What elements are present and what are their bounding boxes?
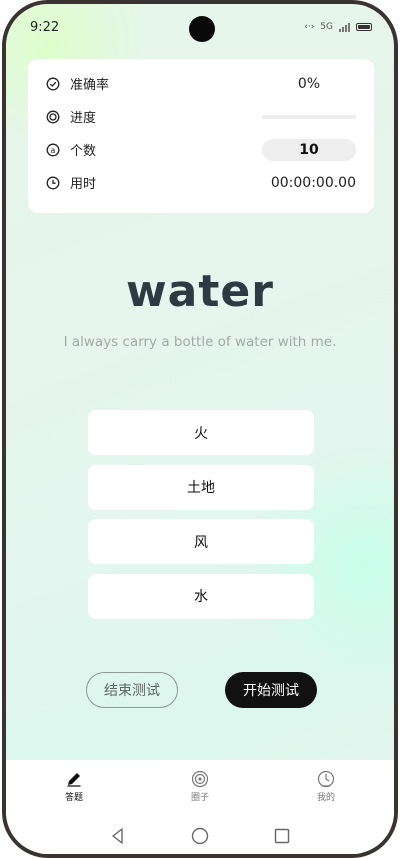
status-bar: 9:22 ‹·› 5G — [6, 4, 394, 48]
tab-answer[interactable]: 答题 — [44, 760, 104, 814]
end-test-button[interactable]: 结束测试 — [86, 672, 178, 708]
elapsed-value: 00:00:00.00 — [270, 174, 356, 191]
answer-options: 火 土地 风 水 — [88, 410, 314, 628]
tab-circle-label: 圈子 — [190, 793, 209, 803]
app-screen: 9:22 ‹·› 5G 准确率 0% 进度 a 个数 10 用时 00:00:0… — [6, 4, 394, 854]
at-sign-icon: a — [46, 143, 60, 157]
pencil-icon — [65, 770, 83, 788]
stat-progress: 进度 — [46, 100, 356, 133]
elapsed-label: 用时 — [70, 177, 97, 192]
progress-label: 进度 — [70, 111, 97, 126]
check-circle-icon — [46, 77, 60, 91]
signal-icon — [339, 22, 350, 32]
battery-icon — [356, 23, 372, 31]
recents-icon[interactable] — [272, 826, 292, 846]
stats-card: 准确率 0% 进度 a 个数 10 用时 00:00:00.00 — [28, 59, 374, 213]
tab-circle[interactable]: 圈子 — [170, 760, 230, 814]
answer-option-4[interactable]: 水 — [88, 573, 314, 619]
system-nav-bar — [6, 814, 394, 854]
clock-icon — [46, 176, 60, 190]
count-label: 个数 — [70, 144, 97, 159]
progress-circle-icon — [46, 110, 60, 124]
svg-text:a: a — [51, 146, 56, 155]
device-frame: 9:22 ‹·› 5G 准确率 0% 进度 a 个数 10 用时 00:00:0… — [2, 0, 398, 858]
tab-mine[interactable]: 我的 — [296, 760, 356, 814]
quiz-word: water — [126, 266, 274, 317]
stat-elapsed: 用时 00:00:00.00 — [46, 166, 356, 199]
stat-accuracy: 准确率 0% — [46, 67, 356, 100]
stat-count: a 个数 10 — [46, 133, 356, 166]
accuracy-label: 准确率 — [70, 78, 110, 93]
network-label: 5G — [320, 22, 333, 32]
data-transfer-icon: ‹·› — [304, 22, 315, 32]
camera-cutout — [189, 16, 215, 42]
progress-bar — [262, 114, 356, 119]
tab-answer-label: 答题 — [64, 793, 83, 803]
count-selector[interactable]: 10 — [262, 138, 356, 161]
back-icon[interactable] — [108, 826, 128, 846]
answer-option-2[interactable]: 土地 — [88, 464, 314, 510]
target-icon — [191, 770, 209, 788]
status-icons: ‹·› 5G — [304, 22, 372, 32]
tab-mine-label: 我的 — [316, 793, 335, 803]
answer-option-3[interactable]: 风 — [88, 519, 314, 564]
status-time: 9:22 — [30, 20, 60, 35]
profile-icon — [317, 770, 335, 788]
start-test-button[interactable]: 开始测试 — [225, 672, 317, 708]
answer-option-1[interactable]: 火 — [88, 410, 314, 455]
tab-bar: 答题 圈子 我的 — [6, 760, 394, 814]
quiz-sentence: I always carry a bottle of water with me… — [63, 334, 337, 350]
accuracy-value: 0% — [297, 75, 321, 92]
home-icon[interactable] — [190, 826, 210, 846]
